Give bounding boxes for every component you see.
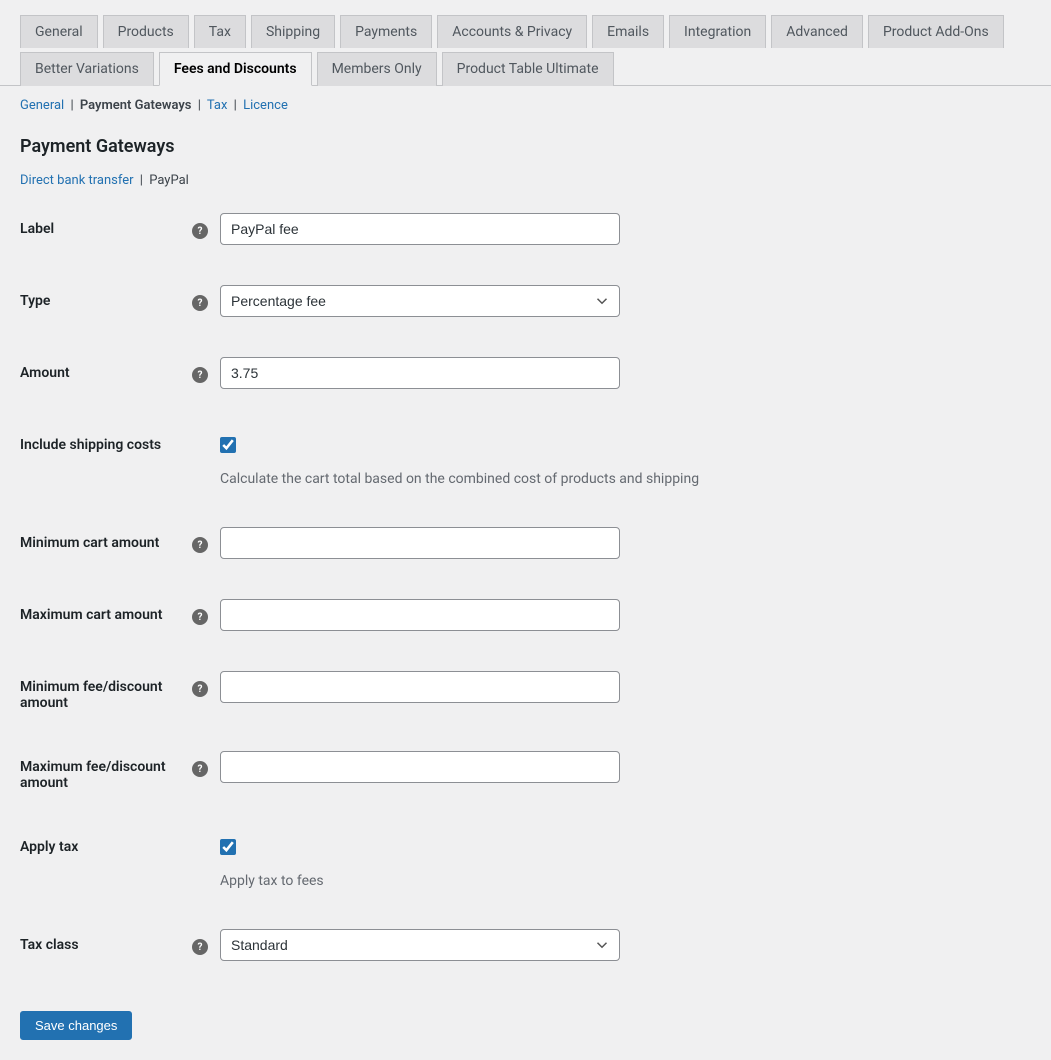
min-cart-label: Minimum cart amount xyxy=(20,535,192,551)
include-shipping-label: Include shipping costs xyxy=(20,437,220,453)
tab-payments[interactable]: Payments xyxy=(340,15,432,48)
apply-tax-checkbox[interactable] xyxy=(220,839,236,855)
tab-better-variations[interactable]: Better Variations xyxy=(20,52,154,86)
tab-product-addons[interactable]: Product Add-Ons xyxy=(868,15,1004,48)
tax-class-label: Tax class xyxy=(20,937,192,953)
min-fee-label: Minimum fee/discount amount xyxy=(20,679,192,711)
max-cart-label: Maximum cart amount xyxy=(20,607,192,623)
tab-shipping[interactable]: Shipping xyxy=(251,15,335,48)
separator: | xyxy=(140,173,143,188)
subnav-licence[interactable]: Licence xyxy=(243,98,288,113)
tab-advanced[interactable]: Advanced xyxy=(771,15,863,48)
subnav-payment-gateways[interactable]: Payment Gateways xyxy=(80,98,192,113)
min-fee-input[interactable] xyxy=(220,671,620,703)
type-select[interactable]: Percentage fee xyxy=(220,285,620,317)
tab-accounts-privacy[interactable]: Accounts & Privacy xyxy=(437,15,587,48)
help-icon[interactable]: ? xyxy=(192,537,208,553)
include-shipping-checkbox[interactable] xyxy=(220,437,236,453)
tab-products[interactable]: Products xyxy=(103,15,189,48)
tab-fees-discounts[interactable]: Fees and Discounts xyxy=(159,52,312,86)
min-cart-input[interactable] xyxy=(220,527,620,559)
tab-emails[interactable]: Emails xyxy=(592,15,664,48)
separator: | xyxy=(70,98,73,113)
gateway-links: Direct bank transfer | PayPal xyxy=(20,173,1031,188)
amount-input[interactable] xyxy=(220,357,620,389)
help-icon[interactable]: ? xyxy=(192,681,208,697)
subnav-general[interactable]: General xyxy=(20,98,64,113)
settings-tabs: General Products Tax Shipping Payments A… xyxy=(0,0,1051,86)
apply-tax-desc: Apply tax to fees xyxy=(220,873,324,889)
help-icon[interactable]: ? xyxy=(192,609,208,625)
max-fee-input[interactable] xyxy=(220,751,620,783)
help-icon[interactable]: ? xyxy=(192,367,208,383)
subnav-tax[interactable]: Tax xyxy=(207,98,228,113)
label-label: Label xyxy=(20,221,192,237)
help-icon[interactable]: ? xyxy=(192,295,208,311)
sub-nav: General | Payment Gateways | Tax | Licen… xyxy=(0,86,1051,121)
tab-tax[interactable]: Tax xyxy=(194,15,246,48)
help-icon[interactable]: ? xyxy=(192,223,208,239)
max-fee-label: Maximum fee/discount amount xyxy=(20,759,192,791)
amount-label: Amount xyxy=(20,365,192,381)
tax-class-select[interactable]: Standard xyxy=(220,929,620,961)
label-input[interactable] xyxy=(220,213,620,245)
tab-members-only[interactable]: Members Only xyxy=(317,52,437,86)
gateway-paypal[interactable]: PayPal xyxy=(149,173,189,188)
tab-integration[interactable]: Integration xyxy=(669,15,766,48)
page-title: Payment Gateways xyxy=(20,136,1031,157)
help-icon[interactable]: ? xyxy=(192,761,208,777)
tab-product-table-ultimate[interactable]: Product Table Ultimate xyxy=(442,52,614,86)
type-label: Type xyxy=(20,293,192,309)
include-shipping-desc: Calculate the cart total based on the co… xyxy=(220,471,699,487)
separator: | xyxy=(234,98,237,113)
tab-general[interactable]: General xyxy=(20,15,98,48)
gateway-direct-bank[interactable]: Direct bank transfer xyxy=(20,173,134,188)
apply-tax-label: Apply tax xyxy=(20,839,220,855)
help-icon[interactable]: ? xyxy=(192,939,208,955)
max-cart-input[interactable] xyxy=(220,599,620,631)
separator: | xyxy=(198,98,201,113)
save-changes-button[interactable]: Save changes xyxy=(20,1011,132,1040)
